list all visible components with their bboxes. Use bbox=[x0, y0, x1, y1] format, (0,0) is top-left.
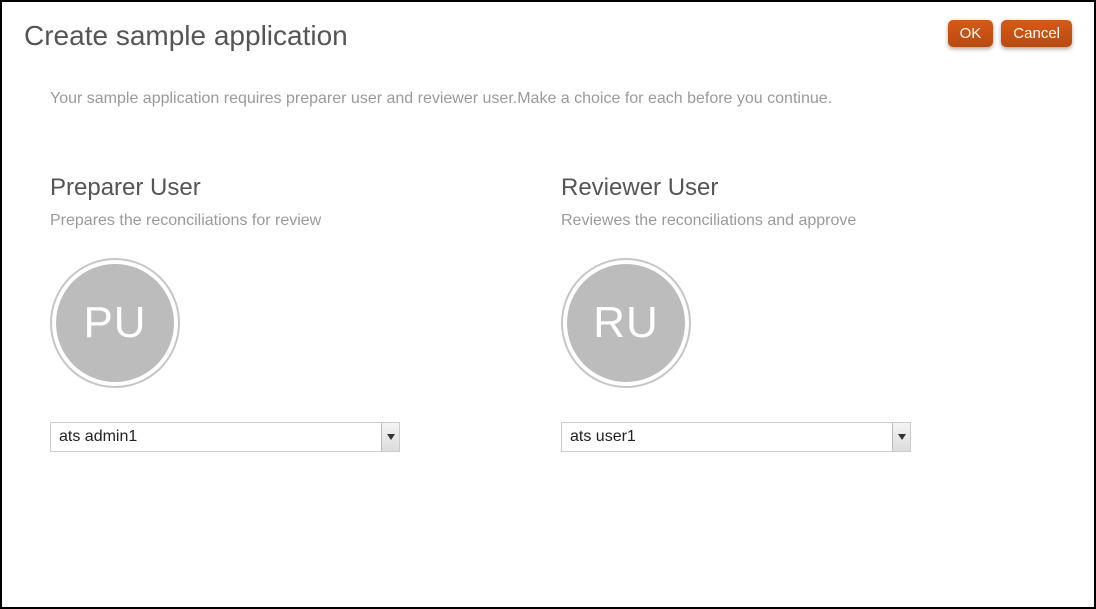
preparer-desc: Prepares the reconciliations for review bbox=[50, 212, 561, 230]
chevron-down-icon bbox=[381, 423, 399, 451]
dialog-button-row: OK Cancel bbox=[948, 20, 1072, 47]
dialog-header: Create sample application OK Cancel bbox=[24, 20, 1072, 52]
user-columns: Preparer User Prepares the reconciliatio… bbox=[50, 174, 1072, 452]
reviewer-user-select[interactable]: ats user1 bbox=[561, 422, 911, 452]
reviewer-column: Reviewer User Reviewes the reconciliatio… bbox=[561, 174, 1072, 452]
reviewer-desc: Reviewes the reconciliations and approve bbox=[561, 212, 1072, 230]
intro-text: Your sample application requires prepare… bbox=[50, 90, 1072, 108]
reviewer-user-selected: ats user1 bbox=[562, 428, 892, 446]
preparer-avatar: PU bbox=[56, 264, 174, 382]
reviewer-avatar-ring: RU bbox=[561, 258, 691, 388]
cancel-button[interactable]: Cancel bbox=[1001, 20, 1072, 47]
preparer-user-selected: ats admin1 bbox=[51, 428, 381, 446]
chevron-down-icon bbox=[892, 423, 910, 451]
preparer-user-select[interactable]: ats admin1 bbox=[50, 422, 400, 452]
preparer-avatar-ring: PU bbox=[50, 258, 180, 388]
dialog-title: Create sample application bbox=[24, 20, 348, 52]
create-sample-application-dialog: Create sample application OK Cancel Your… bbox=[0, 0, 1096, 609]
preparer-column: Preparer User Prepares the reconciliatio… bbox=[50, 174, 561, 452]
reviewer-title: Reviewer User bbox=[561, 174, 1072, 202]
ok-button[interactable]: OK bbox=[948, 20, 994, 47]
reviewer-avatar: RU bbox=[567, 264, 685, 382]
preparer-title: Preparer User bbox=[50, 174, 561, 202]
